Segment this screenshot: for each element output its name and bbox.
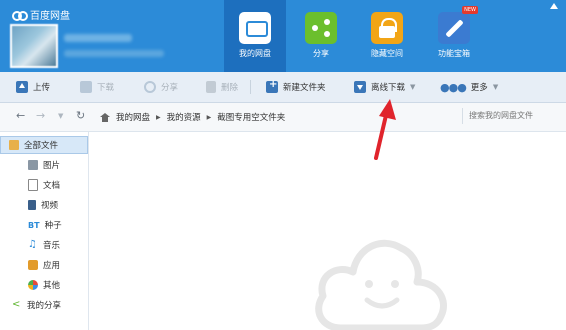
offline-download-icon — [354, 81, 366, 93]
toolbox-icon: NEW — [438, 6, 478, 44]
sidebar-item-label: 全部文件 — [24, 141, 59, 151]
file-list-area[interactable] — [89, 132, 566, 330]
address-bar: ← → ▼ ↻ 我的网盘 ▶ 我的资源 ▶ 截图专用空文件夹 搜索我的网盘文件 — [0, 103, 566, 132]
download-icon — [80, 81, 92, 93]
breadcrumb: 我的网盘 ▶ 我的资源 ▶ 截图专用空文件夹 — [100, 103, 285, 131]
app-title: 百度网盘 — [30, 11, 70, 22]
offline-download-label: 离线下载 — [371, 83, 406, 93]
trash-icon — [206, 81, 216, 93]
document-icon — [28, 179, 38, 191]
sidebar-item-label: 应用 — [43, 261, 61, 271]
home-icon[interactable] — [100, 112, 110, 122]
chevron-down-icon: ▼ — [410, 83, 416, 91]
sidebar-item-label: 视频 — [41, 201, 59, 211]
avatar[interactable] — [10, 24, 58, 68]
share-icon — [144, 81, 156, 93]
sidebar-item-label: 音乐 — [43, 241, 61, 251]
back-arrow-icon[interactable]: ← — [16, 109, 25, 122]
share-button[interactable]: 分享 — [144, 72, 178, 102]
download-label: 下载 — [97, 83, 115, 93]
forward-arrow-icon[interactable]: → — [36, 109, 45, 122]
sidebar: 全部文件 图片 文档 视频 BT 种子 ♫ 音乐 应用 其他 < 我的分享 — [0, 132, 89, 330]
sidebar-item-label: 我的分享 — [27, 301, 62, 311]
tab-hidden-space[interactable]: 隐藏空间 — [356, 0, 418, 72]
sidebar-item-label: 文档 — [43, 181, 61, 191]
music-icon: ♫ — [28, 239, 37, 250]
share-icon: < — [12, 299, 21, 310]
more-label: 更多 — [470, 83, 488, 93]
app-header: 百度网盘 我的网盘 分享 隐藏空间 NEW 功能宝箱 — [0, 0, 566, 72]
delete-button[interactable]: 删除 — [206, 72, 238, 102]
breadcrumb-separator-icon: ▶ — [156, 113, 161, 121]
new-badge: NEW — [462, 6, 478, 14]
share-label: 分享 — [161, 83, 179, 93]
other-icon — [28, 280, 38, 290]
tab-label: 分享 — [313, 49, 329, 58]
breadcrumb-item[interactable]: 我的资源 — [167, 111, 201, 123]
torrent-icon: BT — [28, 220, 40, 230]
folder-icon — [9, 140, 19, 150]
user-info-blurred — [64, 50, 164, 57]
app-icon — [28, 260, 38, 270]
new-folder-button[interactable]: 新建文件夹 — [266, 72, 326, 102]
new-folder-icon — [266, 79, 278, 93]
collapse-icon[interactable] — [550, 3, 558, 9]
offline-download-button[interactable]: 离线下载 ▼ — [354, 72, 415, 102]
breadcrumb-item[interactable]: 我的网盘 — [116, 111, 150, 123]
username-blurred — [64, 34, 132, 42]
breadcrumb-separator-icon: ▶ — [206, 113, 212, 121]
download-button[interactable]: 下载 — [80, 72, 114, 102]
cloud-disk-icon — [239, 12, 271, 44]
history-dropdown-icon[interactable]: ▼ — [58, 112, 63, 120]
more-dots-icon: ●●● — [440, 80, 467, 94]
baidu-cloud-logo-icon — [12, 10, 28, 21]
video-icon — [28, 200, 36, 210]
share-icon — [305, 12, 337, 44]
tab-label: 我的网盘 — [239, 49, 271, 58]
toolbar-divider — [250, 80, 251, 94]
delete-label: 删除 — [221, 83, 239, 93]
sidebar-item-label: 图片 — [43, 161, 61, 171]
breadcrumb-item[interactable]: 截图专用空文件夹 — [217, 111, 285, 123]
lock-icon — [371, 12, 403, 44]
upload-icon — [16, 81, 28, 93]
tab-share[interactable]: 分享 — [290, 0, 352, 72]
empty-cloud-icon — [315, 239, 447, 330]
image-icon — [28, 160, 38, 170]
chevron-down-icon: ▼ — [492, 83, 499, 91]
sidebar-item-my-share[interactable]: < 我的分享 — [0, 296, 100, 314]
search-input[interactable]: 搜索我的网盘文件 — [462, 108, 566, 124]
app-logo: 百度网盘 — [12, 7, 70, 22]
toolbar: 上传 下载 分享 删除 新建文件夹 离线下载 ▼ ●●● 更多 ▼ — [0, 72, 566, 103]
sidebar-item-label: 种子 — [44, 221, 62, 231]
tab-label: 隐藏空间 — [371, 49, 403, 58]
tab-label: 功能宝箱 — [438, 49, 470, 58]
upload-button[interactable]: 上传 — [16, 72, 50, 102]
tab-my-disk[interactable]: 我的网盘 — [224, 0, 286, 72]
more-button[interactable]: ●●● 更多 ▼ — [440, 72, 498, 102]
refresh-icon[interactable]: ↻ — [76, 109, 85, 122]
new-folder-label: 新建文件夹 — [283, 83, 326, 93]
sidebar-item-all-files[interactable]: 全部文件 — [0, 136, 88, 154]
upload-label: 上传 — [33, 83, 51, 93]
sidebar-item-label: 其他 — [43, 281, 61, 291]
tab-toolbox[interactable]: NEW 功能宝箱 — [423, 0, 485, 72]
